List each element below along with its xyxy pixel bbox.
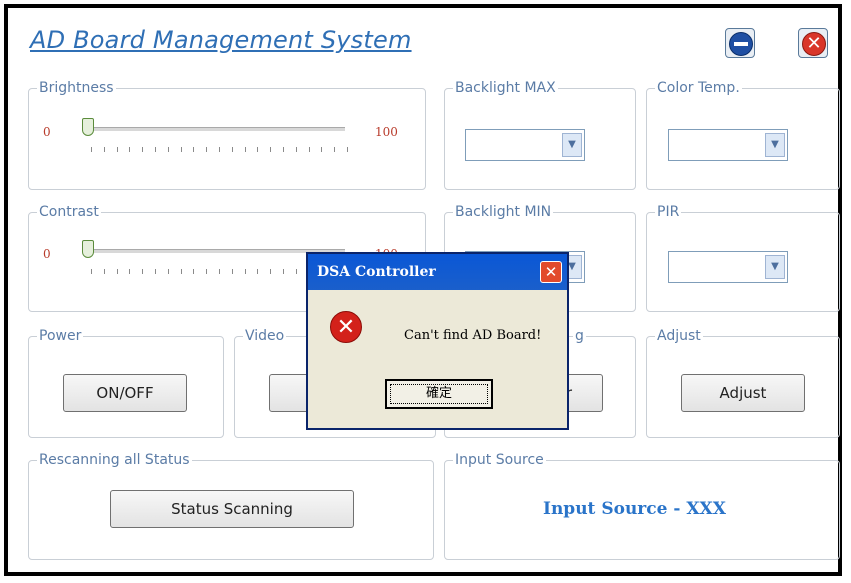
slider-tick	[193, 147, 195, 152]
pir-label: PIR	[655, 204, 682, 220]
slider-tick	[321, 147, 323, 152]
chevron-down-icon[interactable]: ▼	[562, 133, 582, 157]
slider-tick	[231, 147, 233, 152]
slider-tick	[219, 147, 220, 152]
dialog-title: DSA Controller	[317, 264, 436, 280]
contrast-min-label: 0	[43, 247, 51, 261]
chevron-down-icon[interactable]: ▼	[765, 133, 785, 157]
backlight-max-select[interactable]: ▼	[465, 129, 585, 161]
dialog-close-button[interactable]: ✕	[540, 261, 562, 283]
backlight-min-label: Backlight MIN	[453, 204, 554, 220]
adjust-label: Adjust	[655, 328, 703, 344]
backlight-max-group: Backlight MAX ▼	[444, 80, 636, 190]
dialog-ok-button[interactable]: 確定	[385, 379, 493, 409]
input-source-value: Input Source - XXX	[543, 499, 726, 519]
slider-tick	[244, 147, 246, 152]
slider-tick	[167, 269, 169, 274]
slider-tick	[180, 269, 182, 274]
video-label: Video	[243, 328, 287, 344]
slider-tick	[244, 269, 246, 274]
color-temp-label: Color Temp.	[655, 80, 742, 96]
dialog-message: Can't find AD Board!	[404, 328, 542, 343]
contrast-label: Contrast	[37, 204, 101, 220]
slider-tick	[295, 147, 297, 152]
pir-group: PIR ▼	[646, 204, 840, 312]
setting-label: g	[573, 328, 586, 344]
slider-tick	[308, 147, 310, 152]
dialog-ok-label: 確定	[390, 384, 488, 404]
slider-tick	[257, 269, 259, 274]
app-title: AD Board Management System	[30, 26, 412, 54]
slider-tick	[103, 269, 105, 274]
slider-tick	[231, 269, 233, 274]
slider-tick	[116, 147, 118, 152]
slider-tick	[283, 269, 284, 274]
slider-tick	[103, 147, 105, 152]
adjust-button[interactable]: Adjust	[681, 374, 805, 412]
brightness-ticks	[91, 147, 348, 153]
close-button[interactable]: ✕	[798, 28, 828, 58]
power-group: Power ON/OFF	[28, 328, 224, 438]
pir-select[interactable]: ▼	[668, 251, 788, 283]
adjust-group: Adjust Adjust	[646, 328, 840, 438]
slider-tick	[155, 269, 156, 274]
brightness-max-label: 100	[375, 125, 398, 139]
slider-tick	[167, 147, 169, 152]
slider-tick	[257, 147, 259, 152]
slider-tick	[219, 269, 220, 274]
slider-tick	[295, 269, 297, 274]
slider-tick	[91, 147, 92, 152]
dialog-title-bar[interactable]: DSA Controller ✕	[308, 254, 567, 290]
brightness-min-label: 0	[43, 125, 51, 139]
power-on-off-button[interactable]: ON/OFF	[63, 374, 187, 412]
slider-tick	[180, 147, 182, 152]
input-source-label: Input Source	[453, 452, 546, 468]
slider-tick	[347, 147, 348, 152]
color-temp-select[interactable]: ▼	[668, 129, 788, 161]
slider-tick	[129, 147, 131, 152]
color-temp-group: Color Temp. ▼	[646, 80, 840, 190]
slider-tick	[129, 269, 131, 274]
slider-tick	[116, 269, 118, 274]
contrast-slider-thumb[interactable]	[82, 240, 94, 258]
brightness-track[interactable]	[87, 127, 345, 131]
slider-tick	[270, 147, 272, 152]
power-label: Power	[37, 328, 84, 344]
chevron-down-icon[interactable]: ▼	[765, 255, 785, 279]
slider-tick	[142, 269, 144, 274]
backlight-max-label: Backlight MAX	[453, 80, 558, 96]
error-dialog: DSA Controller ✕ ✕ Can't find AD Board! …	[306, 252, 569, 430]
slider-tick	[270, 269, 272, 274]
minimize-button[interactable]	[725, 28, 755, 58]
rescan-label: Rescanning all Status	[37, 452, 192, 468]
slider-tick	[206, 269, 208, 274]
slider-tick	[91, 269, 92, 274]
input-source-group: Input Source Input Source - XXX	[444, 452, 840, 560]
slider-tick	[155, 147, 156, 152]
error-icon: ✕	[330, 311, 362, 343]
status-scanning-button[interactable]: Status Scanning	[110, 490, 354, 528]
slider-tick	[193, 269, 195, 274]
brightness-label: Brightness	[37, 80, 116, 96]
slider-tick	[334, 147, 336, 152]
slider-tick	[142, 147, 144, 152]
slider-tick	[283, 147, 284, 152]
slider-tick	[206, 147, 208, 152]
brightness-slider-thumb[interactable]	[82, 118, 94, 136]
rescan-group: Rescanning all Status Status Scanning	[28, 452, 434, 560]
brightness-group: Brightness 0 100	[28, 80, 426, 190]
